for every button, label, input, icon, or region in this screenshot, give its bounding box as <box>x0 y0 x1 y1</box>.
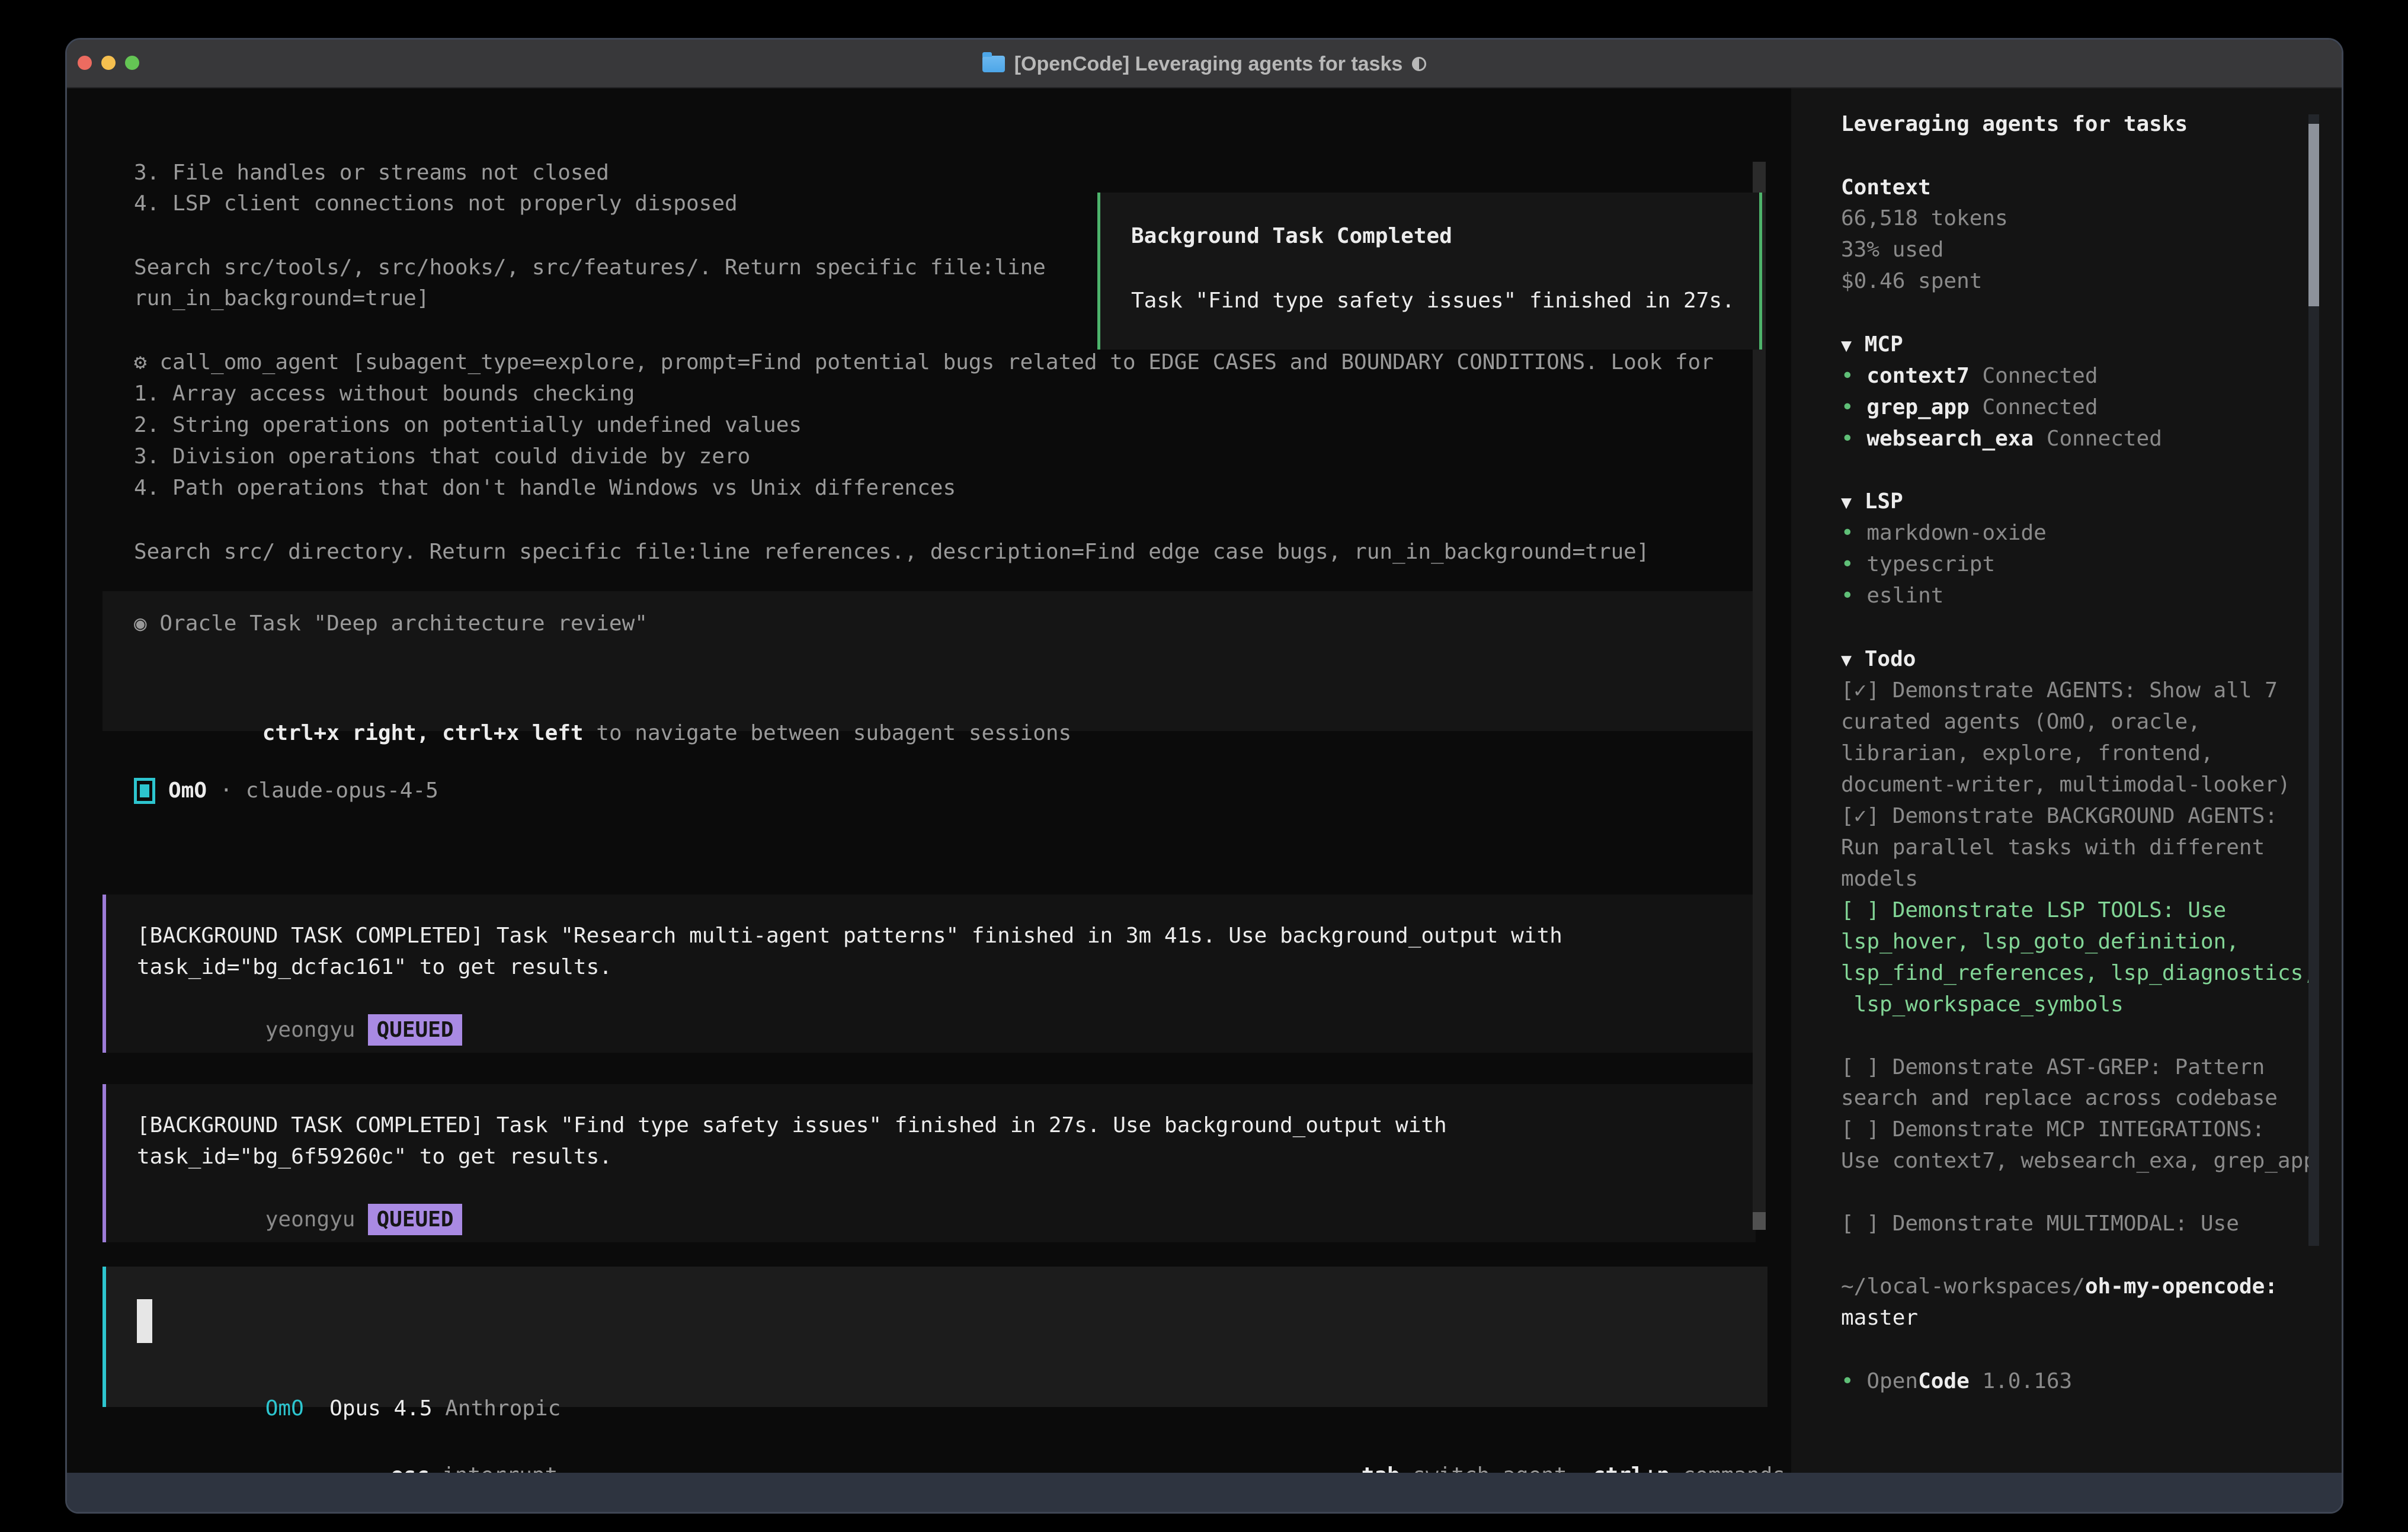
todo-line-active: lsp_workspace_symbols <box>1841 989 2124 1020</box>
background-task-message: [BACKGROUND TASK COMPLETED] Task "Find t… <box>103 1084 1756 1242</box>
context-spent: $0.46 spent <box>1841 265 1982 297</box>
background-task-message: [BACKGROUND TASK COMPLETED] Task "Resear… <box>103 895 1756 1053</box>
task-message-line: task_id="bg_dcfac161" to get results. <box>137 951 612 983</box>
toast-notification: Background Task Completed Task "Find typ… <box>1097 193 1762 350</box>
content-area: 3. File handles or streams not closed 4.… <box>67 88 2342 1473</box>
lsp-item: • eslint <box>1841 580 1943 611</box>
todo-line-pending: [ ] Demonstrate MCP INTEGRATIONS: <box>1841 1114 2265 1145</box>
todo-section-header[interactable]: ▼ Todo <box>1841 643 1916 675</box>
lsp-section-header[interactable]: ▼ LSP <box>1841 486 1903 517</box>
chevron-down-icon: ▼ <box>1841 650 1852 671</box>
task-message-footer: yeongyuQUEUED <box>137 1172 462 1204</box>
transcript-line: 4. LSP client connections not properly d… <box>134 188 738 219</box>
toast-body: Task "Find type safety issues" finished … <box>1131 285 1735 316</box>
agent-icon <box>134 778 155 804</box>
window-title: [OpenCode] Leveraging agents for tasks <box>1014 53 1403 76</box>
main-scrollbar-thumb[interactable] <box>1753 1212 1766 1230</box>
context-tokens: 66,518 tokens <box>1841 203 2008 234</box>
half-moon-icon <box>1412 57 1426 71</box>
session-title: Leveraging agents for tasks <box>1841 108 2188 140</box>
terminal-window: [OpenCode] Leveraging agents for tasks 3… <box>65 38 2343 1514</box>
sidebar: Leveraging agents for tasks Context 66,5… <box>1791 88 2343 1473</box>
tool-call-line: ⚙ call_omo_agent [subagent_type=explore,… <box>134 347 1714 378</box>
todo-line-active: [ ] Demonstrate LSP TOOLS: Use <box>1841 895 2226 926</box>
todo-line-done: [✓] Demonstrate AGENTS: Show all 7 <box>1841 675 2278 706</box>
status-bar: ········ esc interrupt tab switch agent … <box>67 1428 1785 1460</box>
bullet-icon: • <box>1841 1369 1854 1393</box>
todo-line-active: lsp_hover, lsp_goto_definition, <box>1841 926 2239 957</box>
context-heading: Context <box>1841 172 1931 203</box>
bullet-icon: • <box>1841 364 1854 388</box>
task-message-footer: yeongyuQUEUED <box>137 983 462 1014</box>
chevron-down-icon: ▼ <box>1841 335 1852 356</box>
chevron-down-icon: ▼ <box>1841 492 1852 513</box>
transcript-line: Search src/ directory. Return specific f… <box>134 536 1650 568</box>
mcp-section-header[interactable]: ▼ MCP <box>1841 329 1903 360</box>
bullet-icon: • <box>1841 584 1854 608</box>
todo-line-done: Run parallel tasks with different <box>1841 832 2265 863</box>
bullet-icon: • <box>1841 395 1854 419</box>
mcp-item: • websearch_exa Connected <box>1841 423 2162 454</box>
todo-line-pending: search and replace across codebase <box>1841 1082 2278 1114</box>
todo-line-active: lsp_find_references, lsp_diagnostics, <box>1841 957 2316 989</box>
bullet-icon: • <box>1841 427 1854 451</box>
queued-badge: QUEUED <box>368 1204 462 1235</box>
separator-dot: · <box>220 778 233 803</box>
transcript-line: 1. Array access without bounds checking <box>134 378 635 409</box>
queued-badge: QUEUED <box>368 1014 462 1046</box>
sidebar-scrollbar-thumb[interactable] <box>2308 124 2319 306</box>
toast-title: Background Task Completed <box>1131 220 1452 252</box>
todo-line-done: [✓] Demonstrate BACKGROUND AGENTS: <box>1841 800 2278 832</box>
todo-line-pending: [ ] Demonstrate AST-GREP: Pattern <box>1841 1052 2265 1083</box>
active-model: Opus 4.5 <box>329 1396 432 1421</box>
agent-name: OmO <box>168 778 207 803</box>
lsp-item: • typescript <box>1841 549 1995 580</box>
screen: [OpenCode] Leveraging agents for tasks 3… <box>0 0 2408 1532</box>
git-branch: master <box>1841 1302 1918 1334</box>
main-scrollbar-top-segment <box>1753 162 1766 193</box>
oracle-task-hint: ctrl+x right, ctrl+x left to navigate be… <box>134 686 1071 717</box>
shortcut-keys: ctrl+x right, ctrl+x left <box>262 721 584 745</box>
transcript-line: 4. Path operations that don't handle Win… <box>134 472 956 504</box>
prompt-input[interactable]: OmO Opus 4.5 Anthropic <box>103 1267 1767 1407</box>
bullet-icon: • <box>1841 552 1854 576</box>
window-title-area: [OpenCode] Leveraging agents for tasks <box>67 40 2342 88</box>
transcript-line: 3. Division operations that could divide… <box>134 441 750 472</box>
lsp-item: • markdown-oxide <box>1841 517 2047 549</box>
todo-line-pending: [ ] Demonstrate MULTIMODAL: Use <box>1841 1208 2239 1239</box>
oracle-task-title: ◉ Oracle Task "Deep architecture review" <box>134 608 648 639</box>
transcript-line: run_in_background=true] <box>134 283 430 314</box>
titlebar: [OpenCode] Leveraging agents for tasks <box>67 40 2342 88</box>
task-message-line: task_id="bg_6f59260c" to get results. <box>137 1141 612 1172</box>
agent-header: OmO · claude-opus-4-5 <box>134 775 438 806</box>
window-footer-strip <box>67 1473 2342 1514</box>
mcp-item: • context7 Connected <box>1841 360 2098 392</box>
todo-line-pending: Use context7, websearch_exa, grep_app <box>1841 1145 2316 1177</box>
context-used: 33% used <box>1841 234 1943 265</box>
app-version: • OpenCode 1.0.163 <box>1841 1366 2072 1397</box>
todo-line-done: models <box>1841 863 1918 895</box>
username: yeongyu <box>265 1207 356 1232</box>
sidebar-scrollbar[interactable] <box>2308 114 2319 1246</box>
transcript-line: 3. File handles or streams not closed <box>134 157 609 188</box>
active-agent: OmO <box>265 1396 304 1421</box>
todo-line-done: librarian, explore, frontend, <box>1841 738 2214 769</box>
text-cursor <box>137 1299 152 1343</box>
mcp-item: • grep_app Connected <box>1841 392 2098 423</box>
todo-line-done: document-writer, multimodal-looker) <box>1841 769 2291 800</box>
transcript-line: 2. String operations on potentially unde… <box>134 409 802 441</box>
model-provider: Anthropic <box>445 1396 561 1421</box>
workspace-path: ~/local-workspaces/oh-my-opencode: <box>1841 1271 2278 1302</box>
bullet-icon: • <box>1841 521 1854 545</box>
folder-icon <box>982 56 1005 72</box>
oracle-task-box: ◉ Oracle Task "Deep architecture review"… <box>103 591 1756 731</box>
transcript-line: Search src/tools/, src/hooks/, src/featu… <box>134 252 1046 283</box>
agent-model: claude-opus-4-5 <box>246 778 438 803</box>
task-message-line: [BACKGROUND TASK COMPLETED] Task "Find t… <box>137 1110 1447 1141</box>
task-message-line: [BACKGROUND TASK COMPLETED] Task "Resear… <box>137 920 1562 951</box>
username: yeongyu <box>265 1018 356 1042</box>
todo-line-done: curated agents (OmO, oracle, <box>1841 706 2201 738</box>
